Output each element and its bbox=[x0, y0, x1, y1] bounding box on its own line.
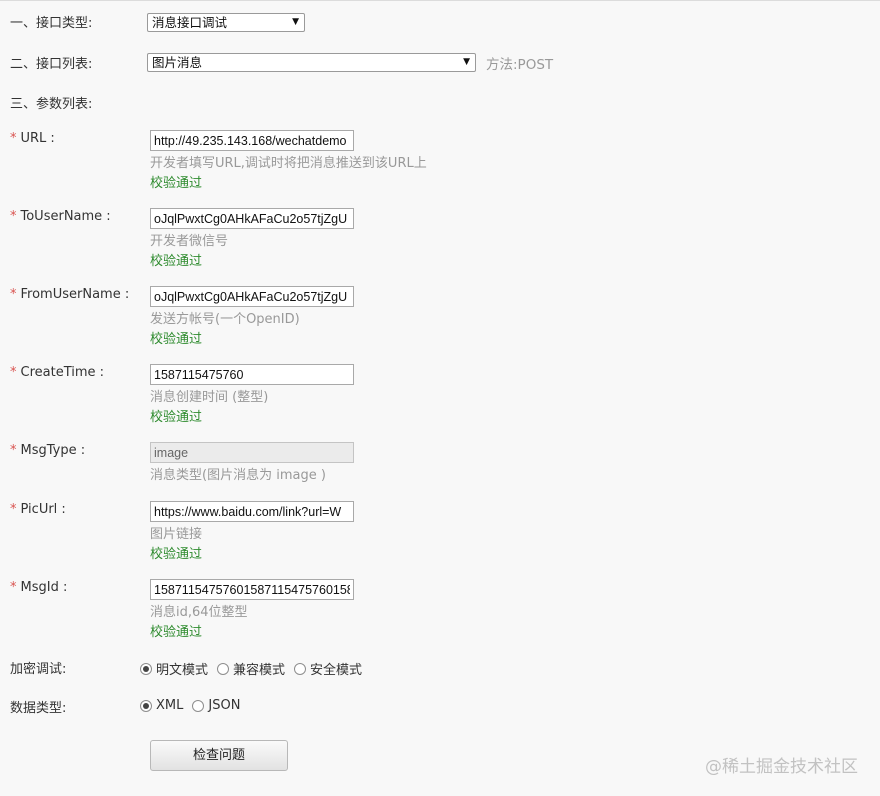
to-user-hint: 开发者微信号 bbox=[150, 234, 229, 249]
url-input[interactable] bbox=[150, 130, 354, 151]
msg-id-input[interactable] bbox=[150, 579, 354, 600]
radio-unchecked-icon bbox=[217, 662, 230, 675]
msg-type-label: * MsgType : bbox=[10, 443, 86, 458]
radio-unchecked-icon bbox=[192, 699, 205, 712]
msg-id-hint: 消息id,64位整型 bbox=[150, 605, 248, 620]
required-mark: * bbox=[10, 131, 17, 146]
param-list-label: 三、参数列表: bbox=[10, 97, 93, 112]
create-time-input[interactable] bbox=[150, 364, 354, 385]
interface-type-label: 一、接口类型: bbox=[10, 16, 93, 31]
msg-type-field-wrap bbox=[150, 442, 354, 463]
interface-list-value: 图片消息 bbox=[152, 55, 203, 70]
interface-type-value: 消息接口调试 bbox=[152, 15, 228, 30]
from-user-field-wrap bbox=[150, 286, 354, 307]
create-time-hint: 消息创建时间 (整型) bbox=[150, 390, 269, 405]
required-mark: * bbox=[10, 209, 17, 224]
pic-url-status: 校验通过 bbox=[150, 547, 203, 562]
url-status: 校验通过 bbox=[150, 176, 203, 191]
pic-url-input[interactable] bbox=[150, 501, 354, 522]
url-label: * URL : bbox=[10, 131, 55, 146]
radio-checked-icon bbox=[140, 699, 152, 712]
to-user-input[interactable] bbox=[150, 208, 354, 229]
data-type-option-xml[interactable]: XML bbox=[140, 698, 183, 713]
interface-type-select[interactable]: 消息接口调试 ▼ bbox=[147, 13, 305, 32]
encrypt-option-compat[interactable]: 兼容模式 bbox=[217, 659, 285, 678]
data-type-radio-group: XML JSON bbox=[140, 698, 249, 713]
watermark: @稀土掘金技术社区 bbox=[705, 757, 858, 777]
encrypt-radio-group: 明文模式 兼容模式 安全模式 bbox=[140, 659, 371, 678]
encrypt-label: 加密调试: bbox=[10, 662, 67, 677]
pic-url-hint: 图片链接 bbox=[150, 527, 203, 542]
msg-id-label: * MsgId : bbox=[10, 580, 68, 595]
pic-url-field-wrap bbox=[150, 501, 354, 522]
encrypt-option-safe[interactable]: 安全模式 bbox=[294, 659, 362, 678]
method-text: 方法:POST bbox=[486, 57, 554, 73]
create-time-field-wrap bbox=[150, 364, 354, 385]
from-user-status: 校验通过 bbox=[150, 332, 203, 347]
pic-url-label: * PicUrl : bbox=[10, 502, 66, 517]
radio-checked-icon bbox=[140, 662, 152, 675]
dropdown-arrow-icon: ▼ bbox=[463, 57, 470, 67]
check-problem-button[interactable]: 检查问题 bbox=[150, 740, 288, 771]
to-user-label: * ToUserName : bbox=[10, 209, 111, 224]
url-hint: 开发者填写URL,调试时将把消息推送到该URL上 bbox=[150, 156, 427, 171]
url-field-wrap bbox=[150, 130, 354, 151]
create-time-label: * CreateTime : bbox=[10, 365, 105, 380]
from-user-hint: 发送方帐号(一个OpenID) bbox=[150, 312, 300, 327]
top-border bbox=[0, 0, 880, 1]
to-user-field-wrap bbox=[150, 208, 354, 229]
data-type-label: 数据类型: bbox=[10, 701, 67, 716]
msg-id-status: 校验通过 bbox=[150, 625, 203, 640]
msg-id-field-wrap bbox=[150, 579, 354, 600]
radio-unchecked-icon bbox=[294, 662, 307, 675]
required-mark: * bbox=[10, 287, 17, 302]
from-user-label: * FromUserName : bbox=[10, 287, 130, 302]
required-mark: * bbox=[10, 365, 17, 380]
required-mark: * bbox=[10, 502, 17, 517]
required-mark: * bbox=[10, 580, 17, 595]
interface-list-select[interactable]: 图片消息 ▼ bbox=[147, 53, 476, 72]
interface-list-label: 二、接口列表: bbox=[10, 57, 93, 72]
create-time-status: 校验通过 bbox=[150, 410, 203, 425]
msg-type-input bbox=[150, 442, 354, 463]
required-mark: * bbox=[10, 443, 17, 458]
dropdown-arrow-icon: ▼ bbox=[292, 17, 299, 27]
msg-type-hint: 消息类型(图片消息为 image ) bbox=[150, 468, 326, 483]
from-user-input[interactable] bbox=[150, 286, 354, 307]
encrypt-option-plain[interactable]: 明文模式 bbox=[140, 659, 208, 678]
data-type-option-json[interactable]: JSON bbox=[192, 698, 240, 713]
to-user-status: 校验通过 bbox=[150, 254, 203, 269]
